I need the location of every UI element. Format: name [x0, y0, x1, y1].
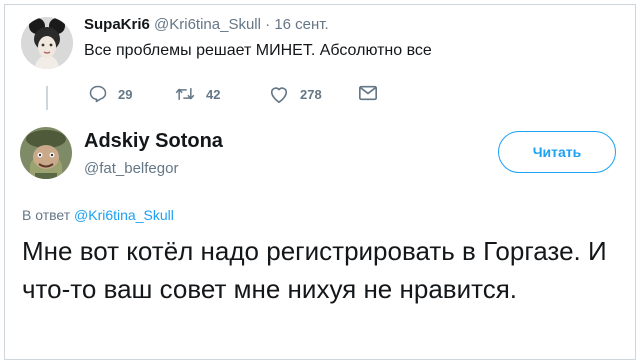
like-action[interactable]: 278	[268, 84, 322, 104]
follow-button[interactable]: Читать	[498, 131, 616, 173]
reply-action[interactable]: 29	[88, 84, 132, 104]
avatar-supakri6[interactable]	[21, 17, 73, 69]
reply-count: 29	[118, 86, 133, 102]
tweet1-display-name[interactable]: SupaKri6	[84, 16, 150, 33]
like-count: 278	[300, 86, 322, 102]
follow-button-label: Читать	[532, 144, 582, 160]
tweet2-text: Мне вот котёл надо регистрировать в Горг…	[22, 236, 607, 304]
tweet1-text: Все проблемы решает МИНЕТ. Абсолютно все	[84, 42, 432, 59]
tweet1-header: SupaKri6 @Kri6tina_Skull · 16 сент.	[84, 16, 329, 33]
tweet1-handle[interactable]: @Kri6tina_Skull	[154, 16, 261, 33]
tweet2-handle[interactable]: @fat_belfegor	[84, 160, 178, 177]
reply-context: В ответ @Kri6tina_Skull	[22, 207, 174, 223]
retweet-count: 42	[206, 86, 221, 102]
thread-connector-line	[46, 86, 48, 110]
tweet1-separator: ·	[265, 16, 271, 33]
reply-prefix: В ответ	[22, 207, 71, 223]
like-icon	[268, 84, 290, 104]
tweet2-display-name[interactable]: Adskiy Sotona	[84, 130, 223, 153]
tweet1-date[interactable]: 16 сент.	[274, 16, 328, 33]
reply-to-handle-link[interactable]: @Kri6tina_Skull	[74, 207, 174, 223]
retweet-icon	[174, 84, 196, 104]
retweet-action[interactable]: 42	[174, 84, 220, 104]
message-icon	[358, 84, 378, 102]
message-action[interactable]	[358, 84, 378, 102]
reply-icon	[88, 84, 108, 104]
avatar-adskiy-sotona[interactable]	[20, 127, 72, 179]
